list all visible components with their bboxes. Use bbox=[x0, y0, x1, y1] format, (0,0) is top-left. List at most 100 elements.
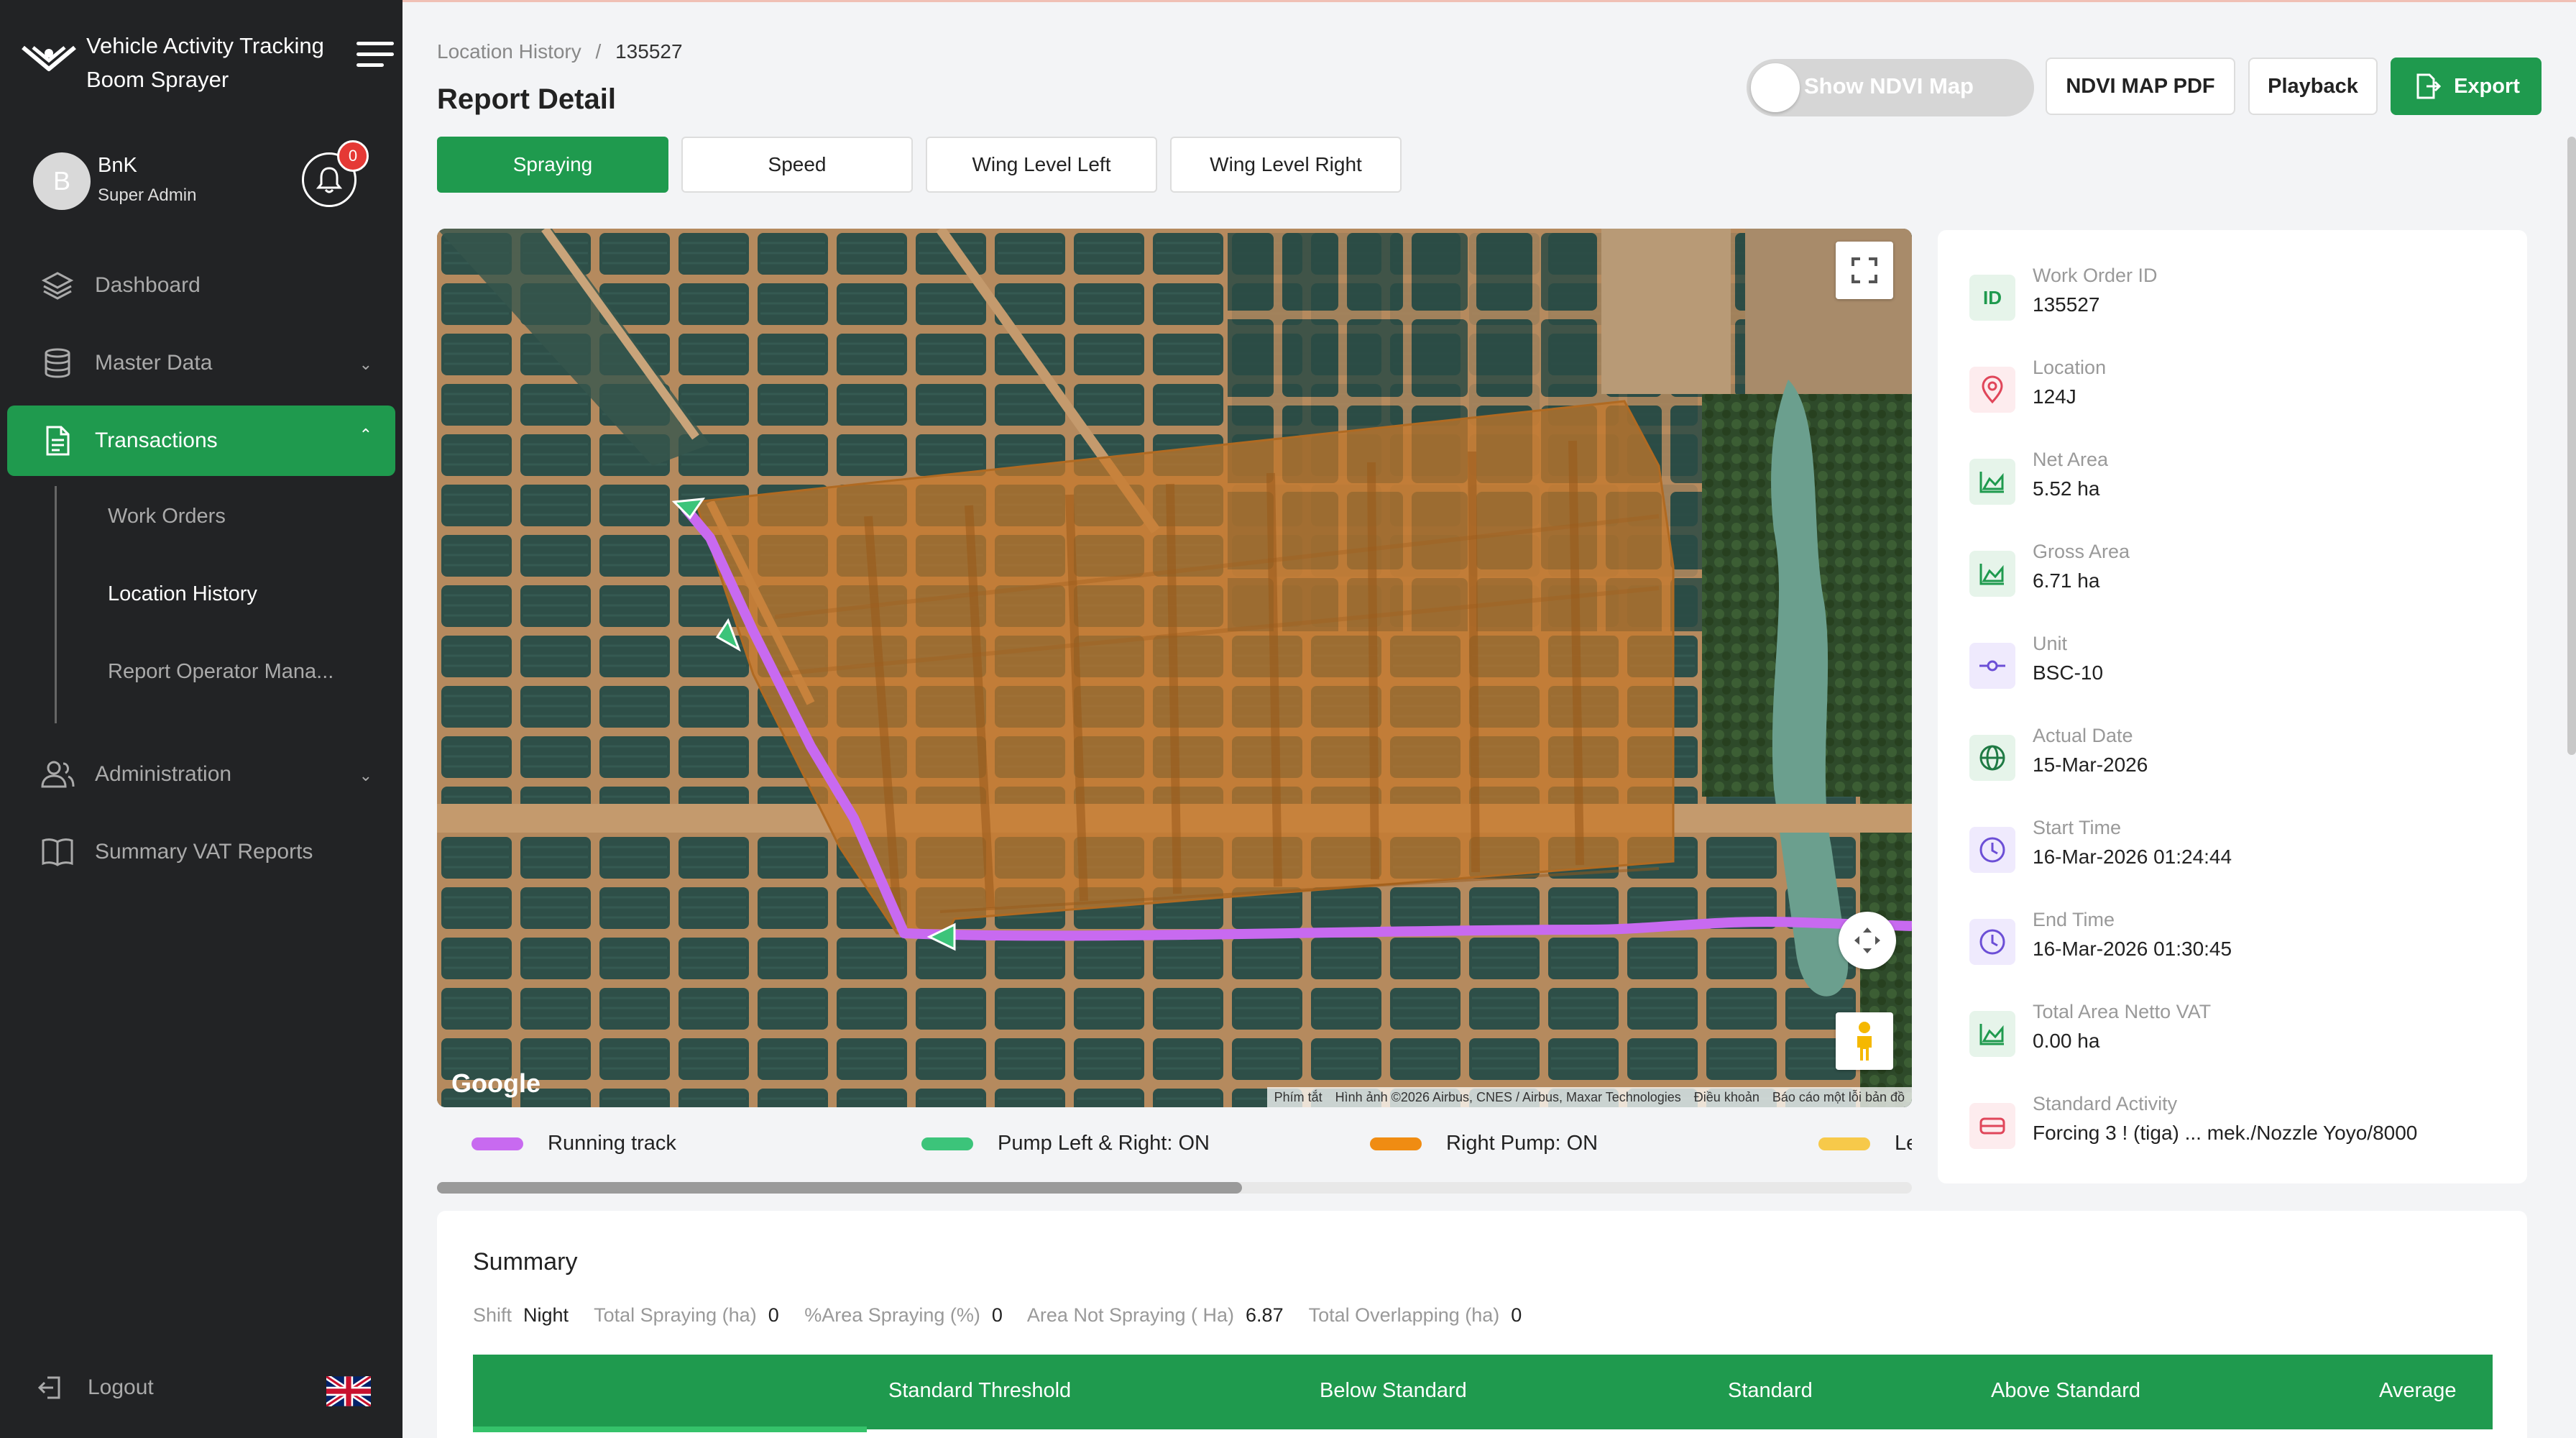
attribution-terms[interactable]: Điều khoản bbox=[1694, 1090, 1760, 1105]
summary-title: Summary bbox=[473, 1248, 578, 1276]
fullscreen-button[interactable] bbox=[1836, 242, 1893, 299]
ndvi-map-toggle[interactable]: Show NDVI Map bbox=[1747, 59, 2034, 116]
street-view-button[interactable] bbox=[1836, 1012, 1893, 1070]
detail-value: 15-Mar-2026 bbox=[2033, 754, 2148, 776]
detail-work-order-id: ID Work Order ID 135527 bbox=[1969, 265, 2516, 336]
sidebar-item-administration[interactable]: Administration ⌄ bbox=[7, 739, 395, 810]
sidebar-item-label: Transactions bbox=[95, 429, 218, 452]
legend-label: Running track bbox=[548, 1132, 676, 1155]
sidebar-item-master-data[interactable]: Master Data ⌄ bbox=[7, 328, 395, 398]
uk-flag-icon[interactable] bbox=[326, 1376, 371, 1406]
clock-icon bbox=[1969, 827, 2015, 873]
legend-item: Right Pump: ON bbox=[1370, 1132, 1598, 1155]
legend-scrollbar[interactable] bbox=[437, 1182, 1912, 1194]
header-indicator bbox=[473, 1426, 867, 1432]
sidebar-subitem-location-history[interactable]: Location History bbox=[108, 582, 257, 606]
breadcrumb: Location History / 135527 bbox=[437, 40, 683, 63]
total-overlapping-label: Total Overlapping (ha) bbox=[1308, 1304, 1500, 1326]
scrollbar-thumb[interactable] bbox=[437, 1182, 1242, 1194]
detail-standard-activity: Standard Activity Forcing 3 ! (tiga) ...… bbox=[1969, 1093, 2516, 1165]
detail-unit: Unit BSC-10 bbox=[1969, 633, 2516, 705]
export-icon bbox=[2416, 73, 2442, 99]
notification-button[interactable]: 0 bbox=[302, 140, 369, 207]
sidebar-item-transactions[interactable]: Transactions ⌃ bbox=[7, 406, 395, 476]
chevron-up-icon: ⌃ bbox=[359, 426, 372, 444]
sidebar-item-label: Master Data bbox=[95, 351, 213, 375]
logout-label: Logout bbox=[88, 1375, 154, 1399]
detail-label: Work Order ID bbox=[2033, 265, 2158, 286]
app-title-line1: Vehicle Activity Tracking bbox=[86, 33, 324, 58]
user-profile[interactable]: B BnK Super Admin 0 bbox=[33, 140, 378, 214]
detail-label: Start Time bbox=[2033, 817, 2122, 838]
sidebar-item-label: Summary VAT Reports bbox=[95, 840, 313, 864]
column-header[interactable]: Below Standard bbox=[1320, 1379, 1467, 1403]
menu-toggle-icon[interactable] bbox=[356, 42, 394, 72]
tab-spraying[interactable]: Spraying bbox=[437, 137, 668, 193]
detail-location: Location 124J bbox=[1969, 357, 2516, 429]
detail-value: BSC-10 bbox=[2033, 661, 2104, 684]
detail-net-area: Net Area 5.52 ha bbox=[1969, 449, 2516, 521]
detail-label: Unit bbox=[2033, 633, 2068, 654]
detail-label: Gross Area bbox=[2033, 541, 2130, 562]
sidebar-item-label: Dashboard bbox=[95, 273, 201, 297]
notification-count-badge: 0 bbox=[337, 140, 369, 172]
detail-value: 6.71 ha bbox=[2033, 569, 2100, 592]
detail-value: 5.52 ha bbox=[2033, 477, 2100, 500]
detail-label: Net Area bbox=[2033, 449, 2109, 470]
id-icon: ID bbox=[1969, 275, 2015, 321]
area-chart-icon bbox=[1969, 551, 2015, 597]
sidebar-subitem-report-operator[interactable]: Report Operator Mana... bbox=[108, 660, 334, 684]
legend-item: Le bbox=[1818, 1132, 1912, 1155]
detail-label: End Time bbox=[2033, 909, 2115, 930]
book-icon bbox=[36, 830, 79, 874]
attribution-shortcuts[interactable]: Phím tắt bbox=[1274, 1090, 1322, 1105]
column-header[interactable]: Standard bbox=[1728, 1379, 1813, 1403]
globe-icon bbox=[1969, 735, 2015, 781]
clock-icon bbox=[1969, 919, 2015, 965]
detail-label: Actual Date bbox=[2033, 725, 2133, 746]
sidebar-item-summary-vat[interactable]: Summary VAT Reports bbox=[7, 817, 395, 887]
location-pin-icon bbox=[1969, 367, 2015, 413]
detail-total-area-netto-vat: Total Area Netto VAT 0.00 ha bbox=[1969, 1001, 2516, 1073]
chevron-down-icon: ⌄ bbox=[359, 355, 372, 373]
map-pan-control[interactable] bbox=[1839, 912, 1896, 969]
subnav-line bbox=[55, 486, 57, 723]
app-title-line2: Boom Sprayer bbox=[86, 67, 229, 92]
page-scrollbar[interactable] bbox=[2567, 137, 2576, 755]
legend-item: Running track bbox=[472, 1132, 676, 1155]
detail-value: 16-Mar-2026 01:24:44 bbox=[2033, 846, 2232, 868]
brand: Vehicle Activity Tracking Boom Sprayer bbox=[20, 27, 394, 92]
column-header[interactable]: Average bbox=[2379, 1379, 2457, 1403]
detail-value: 16-Mar-2026 01:30:45 bbox=[2033, 938, 2232, 960]
page-title: Report Detail bbox=[437, 83, 616, 115]
pan-arrows-icon bbox=[1854, 928, 1880, 953]
attribution-report-error[interactable]: Báo cáo một lỗi bản đồ bbox=[1772, 1090, 1905, 1105]
legend-swatch bbox=[1818, 1137, 1870, 1150]
detail-start-time: Start Time 16-Mar-2026 01:24:44 bbox=[1969, 817, 2516, 889]
detail-label: Total Area Netto VAT bbox=[2033, 1001, 2212, 1022]
satellite-map[interactable]: Google Phím tắt Hình ảnh ©2026 Airbus, C… bbox=[437, 229, 1912, 1107]
sidebar-subitem-work-orders[interactable]: Work Orders bbox=[108, 505, 226, 528]
detail-end-time: End Time 16-Mar-2026 01:30:45 bbox=[1969, 909, 2516, 981]
export-button[interactable]: Export bbox=[2391, 58, 2542, 115]
logout-button[interactable]: Logout bbox=[36, 1373, 154, 1402]
shift-label: Shift bbox=[473, 1304, 512, 1326]
playback-button[interactable]: Playback bbox=[2248, 58, 2378, 115]
column-header[interactable]: Above Standard bbox=[1991, 1379, 2140, 1403]
sidebar-item-dashboard[interactable]: Dashboard bbox=[7, 250, 395, 321]
avatar: B bbox=[33, 152, 91, 210]
area-spraying-value: 0 bbox=[991, 1304, 1003, 1326]
sidebar-item-label: Administration bbox=[95, 762, 232, 786]
tab-speed[interactable]: Speed bbox=[681, 137, 913, 193]
tab-wing-level-right[interactable]: Wing Level Right bbox=[1170, 137, 1402, 193]
column-header[interactable]: Standard Threshold bbox=[888, 1379, 1071, 1403]
detail-label: Location bbox=[2033, 357, 2107, 378]
area-spraying-label: %Area Spraying (%) bbox=[804, 1304, 980, 1326]
tab-wing-level-left[interactable]: Wing Level Left bbox=[926, 137, 1157, 193]
tanker-icon bbox=[1969, 1103, 2015, 1149]
ndvi-map-pdf-button[interactable]: NDVI MAP PDF bbox=[2046, 58, 2235, 115]
export-label: Export bbox=[2454, 74, 2520, 98]
breadcrumb-parent[interactable]: Location History bbox=[437, 40, 581, 63]
layers-icon bbox=[36, 264, 79, 307]
user-role: Super Admin bbox=[98, 186, 197, 205]
